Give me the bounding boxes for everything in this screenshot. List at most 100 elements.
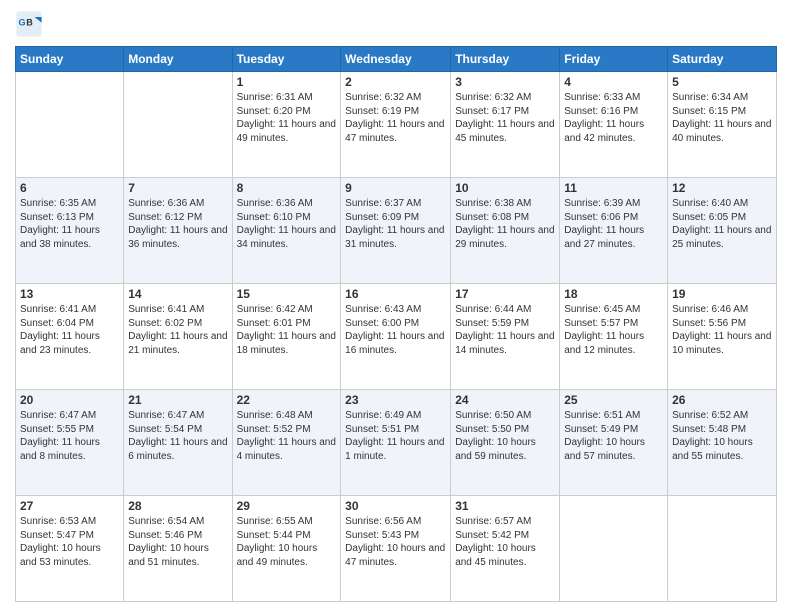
svg-text:G: G	[19, 17, 26, 27]
calendar-week-row: 1Sunrise: 6:31 AM Sunset: 6:20 PM Daylig…	[16, 72, 777, 178]
weekday-header-tuesday: Tuesday	[232, 47, 341, 72]
day-content: Sunrise: 6:52 AM Sunset: 5:48 PM Dayligh…	[672, 409, 772, 463]
day-number: 10	[455, 181, 555, 195]
day-content: Sunrise: 6:36 AM Sunset: 6:12 PM Dayligh…	[128, 197, 227, 251]
day-content: Sunrise: 6:42 AM Sunset: 6:01 PM Dayligh…	[237, 303, 337, 357]
day-content: Sunrise: 6:50 AM Sunset: 5:50 PM Dayligh…	[455, 409, 555, 463]
day-content: Sunrise: 6:45 AM Sunset: 5:57 PM Dayligh…	[564, 303, 663, 357]
weekday-header-thursday: Thursday	[451, 47, 560, 72]
calendar-cell: 3Sunrise: 6:32 AM Sunset: 6:17 PM Daylig…	[451, 72, 560, 178]
logo: G B	[15, 10, 47, 38]
calendar-week-row: 6Sunrise: 6:35 AM Sunset: 6:13 PM Daylig…	[16, 178, 777, 284]
calendar-cell: 31 Sunrise: 6:57 AM Sunset: 5:42 PM Dayli…	[451, 496, 560, 602]
day-number: 16	[345, 287, 446, 301]
calendar-cell: 17Sunrise: 6:44 AM Sunset: 5:59 PM Dayli…	[451, 284, 560, 390]
day-content: Sunrise: 6:31 AM Sunset: 6:20 PM Dayligh…	[237, 91, 337, 145]
calendar-cell	[16, 72, 124, 178]
day-content: Sunrise: 6:48 AM Sunset: 5:52 PM Dayligh…	[237, 409, 337, 463]
day-number: 30	[345, 499, 446, 513]
day-number: 7	[128, 181, 227, 195]
calendar-cell: 20Sunrise: 6:47 AM Sunset: 5:55 PM Dayli…	[16, 390, 124, 496]
day-number: 17	[455, 287, 555, 301]
day-content: Sunrise: 6:51 AM Sunset: 5:49 PM Dayligh…	[564, 409, 663, 463]
header: G B	[15, 10, 777, 38]
day-content: Sunrise: 6:39 AM Sunset: 6:06 PM Dayligh…	[564, 197, 663, 251]
calendar-cell: 16 Sunrise: 6:43 AM Sunset: 6:00 PM Dayli…	[341, 284, 451, 390]
calendar-cell: 30 Sunrise: 6:56 AM Sunset: 5:43 PM Dayli…	[341, 496, 451, 602]
day-number: 9	[345, 181, 446, 195]
weekday-header-row: SundayMondayTuesdayWednesdayThursdayFrid…	[16, 47, 777, 72]
day-content: Sunrise: 6:32 AM Sunset: 6:17 PM Dayligh…	[455, 91, 555, 145]
day-content: Sunrise: 6:43 AM Sunset: 6:00 PM Dayligh…	[345, 303, 446, 357]
calendar-cell: 26 Sunrise: 6:52 AM Sunset: 5:48 PM Dayli…	[668, 390, 777, 496]
day-number: 26	[672, 393, 772, 407]
calendar-cell: 18 Sunrise: 6:45 AM Sunset: 5:57 PM Dayli…	[560, 284, 668, 390]
day-content: Sunrise: 6:38 AM Sunset: 6:08 PM Dayligh…	[455, 197, 555, 251]
calendar-cell: 14 Sunrise: 6:41 AM Sunset: 6:02 PM Dayli…	[124, 284, 232, 390]
calendar-cell: 9Sunrise: 6:37 AM Sunset: 6:09 PM Daylig…	[341, 178, 451, 284]
calendar-week-row: 20Sunrise: 6:47 AM Sunset: 5:55 PM Dayli…	[16, 390, 777, 496]
day-number: 12	[672, 181, 772, 195]
calendar-cell: 15 Sunrise: 6:42 AM Sunset: 6:01 PM Dayli…	[232, 284, 341, 390]
calendar-cell: 4 Sunrise: 6:33 AM Sunset: 6:16 PM Daylig…	[560, 72, 668, 178]
calendar-cell	[124, 72, 232, 178]
calendar-cell: 23 Sunrise: 6:49 AM Sunset: 5:51 PM Dayli…	[341, 390, 451, 496]
svg-text:B: B	[26, 17, 33, 27]
calendar-cell: 25 Sunrise: 6:51 AM Sunset: 5:49 PM Dayli…	[560, 390, 668, 496]
weekday-header-monday: Monday	[124, 47, 232, 72]
day-number: 14	[128, 287, 227, 301]
day-content: Sunrise: 6:56 AM Sunset: 5:43 PM Dayligh…	[345, 515, 446, 569]
calendar-cell: 1Sunrise: 6:31 AM Sunset: 6:20 PM Daylig…	[232, 72, 341, 178]
weekday-header-sunday: Sunday	[16, 47, 124, 72]
weekday-header-saturday: Saturday	[668, 47, 777, 72]
day-number: 19	[672, 287, 772, 301]
day-content: Sunrise: 6:54 AM Sunset: 5:46 PM Dayligh…	[128, 515, 227, 569]
day-number: 11	[564, 181, 663, 195]
day-number: 4	[564, 75, 663, 89]
day-number: 5	[672, 75, 772, 89]
day-number: 21	[128, 393, 227, 407]
day-content: Sunrise: 6:34 AM Sunset: 6:15 PM Dayligh…	[672, 91, 772, 145]
day-content: Sunrise: 6:46 AM Sunset: 5:56 PM Dayligh…	[672, 303, 772, 357]
logo-icon: G B	[15, 10, 43, 38]
calendar-week-row: 13Sunrise: 6:41 AM Sunset: 6:04 PM Dayli…	[16, 284, 777, 390]
day-content: Sunrise: 6:47 AM Sunset: 5:55 PM Dayligh…	[20, 409, 119, 463]
calendar-cell: 13Sunrise: 6:41 AM Sunset: 6:04 PM Dayli…	[16, 284, 124, 390]
day-content: Sunrise: 6:36 AM Sunset: 6:10 PM Dayligh…	[237, 197, 337, 251]
day-content: Sunrise: 6:35 AM Sunset: 6:13 PM Dayligh…	[20, 197, 119, 251]
weekday-header-friday: Friday	[560, 47, 668, 72]
day-content: Sunrise: 6:32 AM Sunset: 6:19 PM Dayligh…	[345, 91, 446, 145]
day-content: Sunrise: 6:41 AM Sunset: 6:02 PM Dayligh…	[128, 303, 227, 357]
day-content: Sunrise: 6:53 AM Sunset: 5:47 PM Dayligh…	[20, 515, 119, 569]
day-content: Sunrise: 6:55 AM Sunset: 5:44 PM Dayligh…	[237, 515, 337, 569]
day-number: 23	[345, 393, 446, 407]
day-number: 15	[237, 287, 337, 301]
day-number: 2	[345, 75, 446, 89]
calendar-cell: 27Sunrise: 6:53 AM Sunset: 5:47 PM Dayli…	[16, 496, 124, 602]
calendar-cell: 28 Sunrise: 6:54 AM Sunset: 5:46 PM Dayli…	[124, 496, 232, 602]
calendar-cell: 8Sunrise: 6:36 AM Sunset: 6:10 PM Daylig…	[232, 178, 341, 284]
day-number: 28	[128, 499, 227, 513]
day-content: Sunrise: 6:47 AM Sunset: 5:54 PM Dayligh…	[128, 409, 227, 463]
calendar-cell: 24 Sunrise: 6:50 AM Sunset: 5:50 PM Dayli…	[451, 390, 560, 496]
day-number: 24	[455, 393, 555, 407]
page: G B SundayMondayTuesdayWednesdayThursday…	[0, 0, 792, 612]
day-number: 29	[237, 499, 337, 513]
calendar-week-row: 27Sunrise: 6:53 AM Sunset: 5:47 PM Dayli…	[16, 496, 777, 602]
calendar-cell: 2 Sunrise: 6:32 AM Sunset: 6:19 PM Daylig…	[341, 72, 451, 178]
day-content: Sunrise: 6:40 AM Sunset: 6:05 PM Dayligh…	[672, 197, 772, 251]
day-content: Sunrise: 6:33 AM Sunset: 6:16 PM Dayligh…	[564, 91, 663, 145]
calendar-cell: 21 Sunrise: 6:47 AM Sunset: 5:54 PM Dayli…	[124, 390, 232, 496]
calendar-cell: 7 Sunrise: 6:36 AM Sunset: 6:12 PM Daylig…	[124, 178, 232, 284]
calendar-cell: 29 Sunrise: 6:55 AM Sunset: 5:44 PM Dayli…	[232, 496, 341, 602]
calendar-cell: 6Sunrise: 6:35 AM Sunset: 6:13 PM Daylig…	[16, 178, 124, 284]
day-number: 25	[564, 393, 663, 407]
calendar-cell	[668, 496, 777, 602]
day-content: Sunrise: 6:57 AM Sunset: 5:42 PM Dayligh…	[455, 515, 555, 569]
calendar-cell	[560, 496, 668, 602]
calendar-cell: 12 Sunrise: 6:40 AM Sunset: 6:05 PM Dayli…	[668, 178, 777, 284]
day-content: Sunrise: 6:49 AM Sunset: 5:51 PM Dayligh…	[345, 409, 446, 463]
day-number: 18	[564, 287, 663, 301]
day-number: 31	[455, 499, 555, 513]
calendar-cell: 10 Sunrise: 6:38 AM Sunset: 6:08 PM Dayli…	[451, 178, 560, 284]
